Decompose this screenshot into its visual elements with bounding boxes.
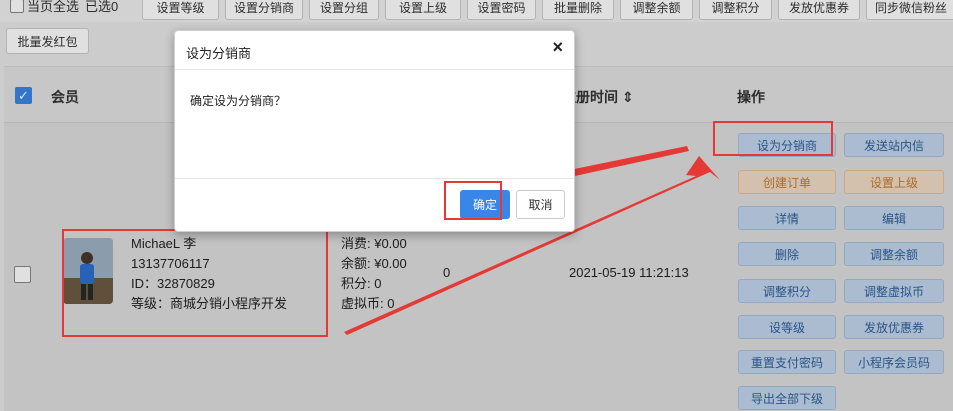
- adjust-points-action-button[interactable]: 调整积分: [738, 279, 836, 303]
- dialog-footer-divider: [175, 178, 574, 179]
- reset-pay-password-button[interactable]: 重置支付密码: [738, 350, 836, 374]
- create-order-button[interactable]: 创建订单: [738, 170, 836, 194]
- actions-column-header: 操作: [737, 89, 765, 105]
- row-checkbox[interactable]: [14, 266, 31, 283]
- cancel-button[interactable]: 取消: [516, 190, 565, 219]
- stat-balance: 余额: ¥0.00: [341, 256, 407, 271]
- batch-red-packet-button[interactable]: 批量发红包: [6, 28, 89, 54]
- dialog-message: 确定设为分销商？: [190, 94, 287, 108]
- registration-time: 2021-05-19 11:21:13: [569, 265, 689, 280]
- header-checkbox[interactable]: ✓: [15, 87, 32, 104]
- confirm-dialog: 设为分销商 × 确定设为分销商？ 确定 取消: [174, 30, 575, 232]
- issue-coupon-button[interactable]: 发放优惠券: [778, 0, 860, 20]
- stat-consume: 消费: ¥0.00: [341, 236, 407, 251]
- member-stats: 消费: ¥0.00 余额: ¥0.00 积分: 0 虚拟币: 0: [341, 234, 407, 314]
- details-button[interactable]: 详情: [738, 206, 836, 230]
- delete-button[interactable]: 删除: [738, 242, 836, 266]
- member-column-header: 会员: [51, 89, 79, 105]
- miniapp-member-code-button[interactable]: 小程序会员码: [844, 350, 944, 374]
- stat-virtual-coin: 虚拟币: 0: [341, 296, 395, 311]
- set-level-button[interactable]: 设置等级: [142, 0, 219, 20]
- stat-points: 积分: 0: [341, 276, 382, 291]
- adjust-balance-button[interactable]: 调整余额: [620, 0, 693, 20]
- checkbox-icon[interactable]: [10, 0, 24, 13]
- order-count: 0: [443, 265, 451, 280]
- action-highlight-box: [713, 121, 833, 156]
- dialog-title: 设为分销商: [186, 46, 252, 61]
- batch-delete-button[interactable]: 批量删除: [542, 0, 614, 20]
- sync-wechat-fans-button[interactable]: 同步微信粉丝: [866, 0, 953, 20]
- adjust-points-button[interactable]: 调整积分: [699, 0, 772, 20]
- set-level-action-button[interactable]: 设等级: [738, 315, 836, 339]
- edit-button[interactable]: 编辑: [844, 206, 944, 230]
- set-superior-action-button[interactable]: 设置上级: [844, 170, 944, 194]
- set-group-button[interactable]: 设置分组: [309, 0, 379, 20]
- export-subordinates-button[interactable]: 导出全部下级: [738, 386, 836, 410]
- close-icon[interactable]: ×: [552, 37, 563, 58]
- toolbar: 当页全选 已选0 设置等级 设置分销商 设置分组 设置上级 设置密码 批量删除 …: [0, 0, 953, 22]
- set-password-button[interactable]: 设置密码: [467, 0, 536, 20]
- selected-count: 已选0: [85, 0, 119, 14]
- member-highlight-box: [62, 229, 328, 337]
- issue-coupon-action-button[interactable]: 发放优惠券: [844, 315, 944, 339]
- adjust-virtual-coin-button[interactable]: 调整虚拟币: [844, 279, 944, 303]
- adjust-balance-action-button[interactable]: 调整余额: [844, 242, 944, 266]
- confirm-highlight-box: [444, 181, 502, 220]
- send-message-button[interactable]: 发送站内信: [844, 133, 944, 157]
- select-all-label: 当页全选: [27, 0, 80, 14]
- set-superior-button[interactable]: 设置上级: [385, 0, 461, 20]
- set-distributor-button[interactable]: 设置分销商: [225, 0, 303, 20]
- select-all-checkbox[interactable]: 当页全选 已选0: [10, 0, 118, 15]
- dialog-header-divider: [175, 69, 574, 70]
